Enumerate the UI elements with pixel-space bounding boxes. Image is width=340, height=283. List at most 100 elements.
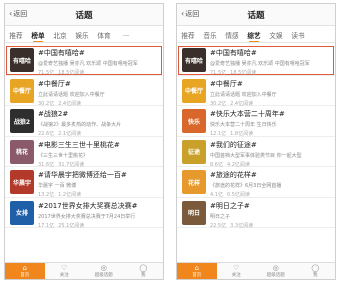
tab-4[interactable]: 文娱 [265,26,287,42]
home-icon: ⌂ [22,264,27,272]
topic-row[interactable]: 明日 #明日之子# 明日之子 22.5亿 3.3亿阅读 [177,198,335,229]
topic-thumbnail: 有嘻哈 [10,48,34,72]
topic-title: #中国有嘻哈# [210,49,257,57]
page-title: 话题 [75,11,93,21]
topic-title: #中国有嘻哈# [38,49,85,57]
tab-5[interactable]: ... [115,26,137,42]
topic-thumbnail: 快乐 [182,109,206,133]
topic-title: #明日之子# [210,201,250,210]
topic-text: #请华晨宇把微博还给一百# 华晨宇 一百 微博 13.2亿 1.2亿阅读 [38,170,160,198]
topic-title: #快乐大本营二十周年# [210,110,285,118]
topic-desc: 立此请请话题 欢迎加入中餐厅 [210,91,277,98]
topic-thumbnail: 华晨宇 [10,170,34,194]
category-tabs: 推荐 榜单 北京 娱乐 体育... [5,26,163,43]
topic-desc: 《战狼2》最多炙热的动作、战争大片 [38,122,122,128]
topic-text: #2017世界女排大奖赛总决赛# 2017世界女排大奖赛总决赛于7月24日举行 17… [38,201,160,229]
topic-title: #我们的征途# [210,140,257,149]
topic-list: 有嘻哈 #中国有嘻哈# @爱奇艺独播 吴亦凡 欢乐颂 中国有嘻哈冠军 71.5亿 18.… [5,45,163,229]
topic-row[interactable]: 战狼2 #战狼2# 《战狼2》最多炙热的动作、战争大片 22.6亿 2.1亿阅读 [5,106,163,137]
nav-bar: ‹返回 话题 [5,4,163,26]
topic-title: #战狼2# [38,110,69,118]
topic-row[interactable]: 中餐厅 #中餐厅# 立此请请话题 欢迎加入中餐厅 30.2亿 2.4亿阅读 [177,76,335,107]
bottom-tab-1[interactable]: ♡ 关注 [217,263,257,279]
bottom-tab-0[interactable]: ⌂ 首页 [177,263,217,279]
topic-thumbnail: 中餐厅 [182,78,206,103]
bottom-tab-label: 关注 [231,273,241,278]
tab-4[interactable]: 体育 [93,26,115,42]
topic-discuss: 25.1亿阅读 [58,222,85,229]
tab-1[interactable]: 音乐 [199,26,221,42]
topic-title: #中餐厅# [38,79,71,88]
heart-icon: ♡ [233,264,240,272]
bottom-tab-bar: ⌂ 首页 ♡ 关注 ◎ 超级话题 ◯ 我 [5,262,163,279]
topic-desc: 明日之子 [210,213,231,220]
topic-row[interactable]: 中餐厅 #中餐厅# 立此请请话题 欢迎加入中餐厅 30.2亿 2.4亿阅读 [5,76,163,107]
tab-3[interactable]: 娱乐 [71,26,93,42]
topic-title: #电影三生三世十里桃花# [38,140,120,149]
topic-row[interactable]: 有嘻哈 #中国有嘻哈# @爱奇艺独播 吴亦凡 欢乐颂 中国有嘻哈冠军 71.5亿 18.… [5,45,163,76]
topic-thumbnail: 战狼2 [10,109,34,133]
topic-thumbnail: 花样 [182,170,206,194]
topic-discuss: 3.3亿阅读 [230,222,254,229]
bottom-tab-3[interactable]: ◯ 我 [124,263,164,279]
topic-row[interactable]: 快乐 #快乐大本营二十周年# 快乐大本营二十周年 生日快乐 12.1亿 1.8亿阅读 [177,106,335,137]
topic-thumbnail: 征途 [182,139,206,164]
bottom-tab-bar: ⌂ 首页 ♡ 关注 ◎ 超级话题 ◯ 我 [177,262,335,279]
topic-reads: 22.5亿 [210,222,227,229]
topic-desc: @爱奇艺独播 吴亦凡 欢乐颂 中国有嘻哈冠军 [38,61,138,67]
bottom-tab-label: 我 [141,273,146,278]
topic-row[interactable]: 桃花 #电影三生三世十里桃花# 《三生三世十里桃花》 31.6亿 31.7亿阅读 [5,137,163,168]
bottom-tab-0[interactable]: ⌂ 首页 [5,263,45,279]
topic-desc: 《三生三世十里桃花》 [38,152,89,159]
bottom-tab-2[interactable]: ◎ 超级话题 [84,263,124,279]
tab-3[interactable]: 综艺 [243,26,265,42]
phone-screen-right: ‹返回 话题 推荐 音乐 情感 综艺 文娱 读书有嘻哈 #中国有嘻哈# @爱奇艺独播 吴亦凡 欢乐… [176,3,336,280]
phone-screen-left: ‹返回 话题 推荐 榜单 北京 娱乐 体育... 有嘻哈 #中国有嘻哈# @爱奇艺独播 吴亦凡 欢… [4,3,164,280]
topic-text: #我们的征途# 中国首档大型军事体验类节目 你一起大型 8.6亿 4.2亿阅读 [210,140,332,168]
topic-thumbnail: 中餐厅 [10,78,34,103]
bottom-tab-label: 超级话题 [266,273,285,278]
topic-row[interactable]: 女排 #2017世界女排大奖赛总决赛# 2017世界女排大奖赛总决赛于7月24日举行… [5,198,163,229]
bottom-tab-1[interactable]: ♡ 关注 [45,263,85,279]
bottom-tab-label: 超级话题 [94,273,113,278]
topic-row[interactable]: 征途 #我们的征途# 中国首档大型军事体验类节目 你一起大型 8.6亿 4.2亿阅读 [177,137,335,168]
topic-row[interactable]: 花样 #旅途的花样# 《旅途的花样》6月3日全网首播 4.1亿 0.5亿阅读 [177,167,335,198]
category-tabs: 推荐 音乐 情感 综艺 文娱 读书 [177,26,335,43]
topic-stats: 22.5亿 3.3亿阅读 [210,222,332,229]
topic-row[interactable]: 有嘻哈 #中国有嘻哈# @爱奇艺独播 吴亦凡 欢乐颂 中国有嘻哈冠军 71.5亿 18.… [177,45,335,76]
topic-title: #2017世界女排大奖赛总决赛# [38,201,138,210]
topic-thumbnail: 有嘻哈 [182,48,206,72]
topic-text: #中国有嘻哈# @爱奇艺独播 吴亦凡 欢乐颂 中国有嘻哈冠军 71.5亿 18.5亿阅… [210,48,332,76]
topic-desc: 2017世界女排大奖赛总决赛于7月24日举行 [38,213,136,220]
home-icon: ⌂ [194,264,199,272]
topic-desc: @爱奇艺独播 吴亦凡 欢乐颂 中国有嘻哈冠军 [210,61,310,67]
tab-0[interactable]: 推荐 [177,26,199,42]
topic-thumbnail: 明日 [182,200,206,225]
topic-list: 有嘻哈 #中国有嘻哈# @爱奇艺独播 吴亦凡 欢乐颂 中国有嘻哈冠军 71.5亿 18.… [177,45,335,229]
tab-2[interactable]: 北京 [49,26,71,42]
topic-text: #明日之子# 明日之子 22.5亿 3.3亿阅读 [210,201,332,229]
bottom-tab-label: 关注 [59,273,69,278]
topic-text: #中餐厅# 立此请请话题 欢迎加入中餐厅 30.2亿 2.4亿阅读 [210,79,332,107]
bottom-tab-label: 首页 [20,273,30,278]
topic-desc: 立此请请话题 欢迎加入中餐厅 [38,91,105,98]
topic-stats: 17.1亿 25.1亿阅读 [38,222,160,229]
bottom-tab-2[interactable]: ◎ 超级话题 [256,263,296,279]
topic-desc: 快乐大本营二十周年 生日快乐 [210,122,277,128]
topic-icon: ◎ [100,264,107,272]
bottom-tab-3[interactable]: ◯ 我 [296,263,336,279]
topic-thumbnail: 桃花 [10,139,34,164]
topic-title: #中餐厅# [210,79,243,88]
tab-2[interactable]: 情感 [221,26,243,42]
topic-title: #旅途的花样# [210,171,257,179]
tab-0[interactable]: 推荐 [5,26,27,42]
topic-desc: 中国首档大型军事体验类节目 你一起大型 [210,152,302,159]
tab-1[interactable]: 榜单 [27,26,49,42]
topic-text: #中国有嘻哈# @爱奇艺独播 吴亦凡 欢乐颂 中国有嘻哈冠军 71.5亿 18.5亿阅… [38,48,160,76]
topic-reads: 17.1亿 [38,222,55,229]
tab-5[interactable]: 读书 [287,26,309,42]
nav-bar: ‹返回 话题 [177,4,335,26]
profile-icon: ◯ [311,264,320,272]
topic-row[interactable]: 华晨宇 #请华晨宇把微博还给一百# 华晨宇 一百 微博 13.2亿 1.2亿阅读 [5,167,163,198]
topic-text: #电影三生三世十里桃花# 《三生三世十里桃花》 31.6亿 31.7亿阅读 [38,140,160,168]
